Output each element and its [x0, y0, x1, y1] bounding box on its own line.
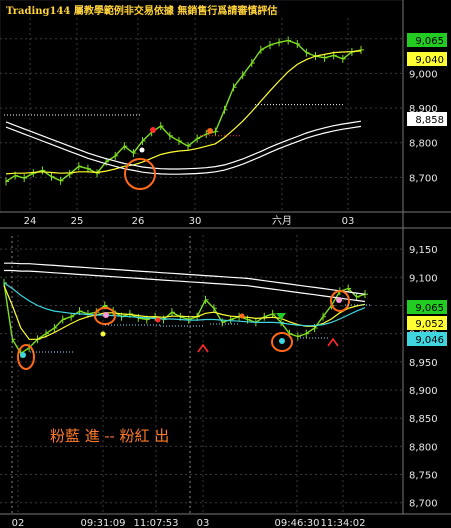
- x-tick-label: 11:34:02: [321, 518, 366, 528]
- x-tick-label: 24: [24, 216, 37, 227]
- x-tick-label: 25: [71, 216, 84, 227]
- charts-canvas: Trading144 屬教學範例非交易依據 無銷售行爲請審慎評估 8,700 8,…: [0, 0, 451, 528]
- last-value-label: 9,040: [415, 55, 444, 66]
- y-tick-label: 8,900: [409, 386, 438, 397]
- y-tick-label: 8,950: [409, 358, 438, 369]
- exit-dot: [336, 297, 342, 303]
- y-tick-label: 9,100: [409, 273, 438, 284]
- exit-dot: [103, 312, 109, 318]
- intraday-last-value-badges: 9,065 9,052 9,046: [407, 300, 447, 346]
- last-value-label: 9,065: [415, 303, 444, 314]
- x-tick-label: 09:31:09: [81, 518, 126, 528]
- x-tick-label: 11:07:53: [134, 518, 179, 528]
- y-tick-label: 8,850: [409, 414, 438, 425]
- y-tick-label: 8,800: [409, 442, 438, 453]
- entry-exit-note: 粉藍 進 -- 粉紅 出: [50, 427, 169, 445]
- last-value-label: 9,065: [415, 36, 444, 47]
- y-tick-label: 9,000: [409, 69, 438, 80]
- background: [0, 0, 451, 528]
- entry-dot: [279, 338, 285, 344]
- signal-dot: [100, 331, 106, 337]
- entry-dot: [20, 352, 26, 358]
- y-tick-label: 9,150: [409, 245, 438, 256]
- y-tick-label: 8,750: [409, 471, 438, 482]
- daily-chart-title: Trading144 屬教學範例非交易依據 無銷售行爲請審慎評估: [6, 4, 277, 17]
- x-tick-label: 09:46:30: [275, 518, 320, 528]
- x-tick-label: 30: [189, 216, 202, 227]
- x-tick-label: 26: [132, 216, 145, 227]
- signal-dot: [155, 317, 161, 323]
- x-tick-label: 03: [197, 518, 210, 528]
- x-tick-label: 02: [12, 518, 25, 528]
- x-tick-label: 03: [342, 216, 355, 227]
- signal-dot: [239, 313, 245, 319]
- signal-dot: [207, 128, 213, 134]
- last-value-label: 9,052: [415, 319, 444, 330]
- y-tick-label: 8,700: [409, 499, 438, 510]
- last-value-label: 9,046: [415, 335, 444, 346]
- signal-dot: [139, 147, 145, 153]
- x-tick-label: 六月: [272, 215, 292, 227]
- y-tick-label: 8,800: [409, 139, 438, 150]
- last-value-label: 8,858: [415, 115, 444, 126]
- signal-dot: [150, 127, 156, 133]
- chart-window: Trading144 屬教學範例非交易依據 無銷售行爲請審慎評估 8,700 8,…: [0, 0, 451, 528]
- y-tick-label: 8,700: [409, 173, 438, 184]
